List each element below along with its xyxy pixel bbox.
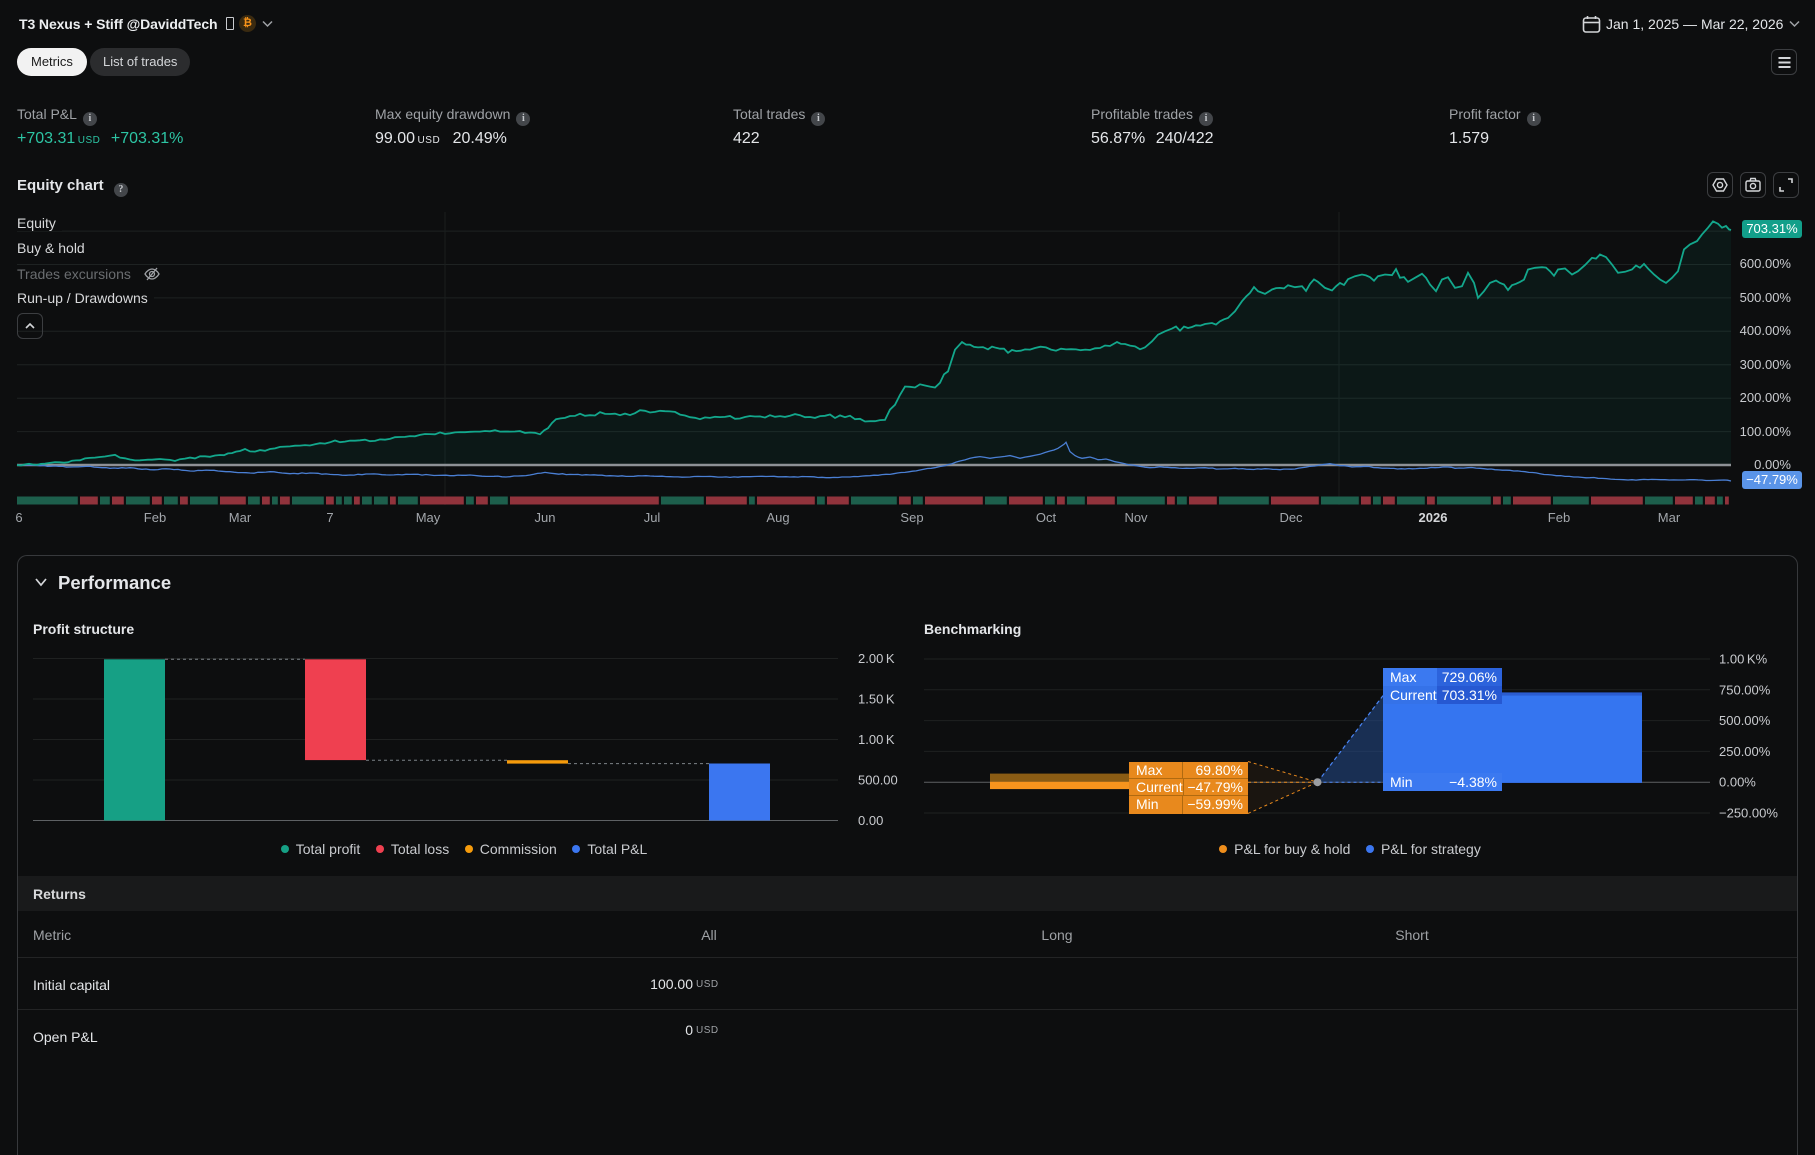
svg-text:2.00 K: 2.00 K — [858, 651, 895, 666]
svg-text:−250.00%: −250.00% — [1719, 806, 1778, 821]
svg-text:750.00%: 750.00% — [1719, 682, 1771, 697]
svg-text:250.00%: 250.00% — [1719, 744, 1771, 759]
svg-text:0.00: 0.00 — [858, 813, 883, 828]
svg-text:0.00%: 0.00% — [1719, 775, 1756, 790]
svg-text:500.00%: 500.00% — [1719, 713, 1771, 728]
svg-text:1.50 K: 1.50 K — [858, 692, 895, 707]
svg-text:1.00 K: 1.00 K — [858, 732, 895, 747]
svg-text:500.00: 500.00 — [858, 773, 898, 788]
svg-text:1.00 K%: 1.00 K% — [1719, 652, 1768, 667]
